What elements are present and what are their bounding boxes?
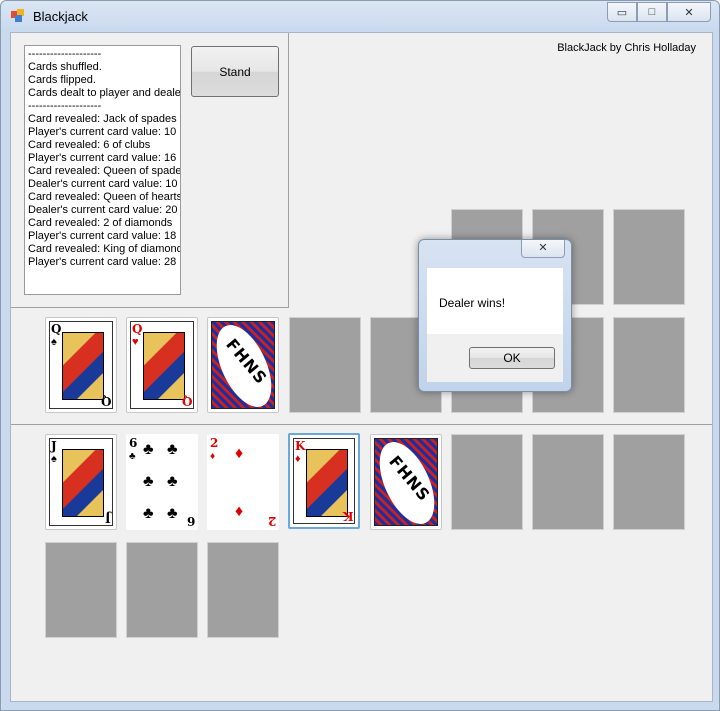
card-rank: Q [100, 394, 111, 408]
close-icon[interactable]: ✕ [521, 240, 565, 258]
club-icon: ♣ [167, 505, 178, 522]
queen-portrait-icon [143, 332, 185, 400]
diamond-icon: ♦ [295, 453, 301, 465]
player-card-5-facedown[interactable]: FHNS [370, 434, 442, 530]
spade-icon: ♠ [51, 336, 57, 348]
player-slot-empty [613, 434, 685, 530]
card-face: J ♠ J [49, 438, 113, 526]
log-line: Card revealed: 2 of diamonds [28, 217, 173, 229]
log-line: Card revealed: Queen of spades [28, 165, 181, 177]
dealer-card-3-facedown[interactable]: FHNS [207, 317, 279, 413]
dealer-card-2[interactable]: Q ♥ Q [126, 317, 198, 413]
diamond-icon: ♦ [235, 503, 244, 520]
minimize-icon[interactable]: ▭ [607, 2, 637, 22]
card-face: Q ♥ Q [130, 321, 194, 409]
log-line: Player's current card value: 28 [28, 256, 177, 268]
dealer-card-1[interactable]: Q ♠ Q [45, 317, 117, 413]
card-rank: 2 [210, 436, 219, 450]
app-window: Blackjack ▭ □ ✕ -------------------- Car… [0, 0, 720, 711]
close-icon[interactable]: ✕ [667, 2, 711, 22]
log-line: Dealer's current card value: 20 [28, 204, 178, 216]
card-rank: 6 [129, 436, 138, 450]
log-line: Player's current card value: 16 [28, 152, 177, 164]
player-card-3[interactable]: 2 ♦ ♦ ♦ 2 [207, 434, 279, 530]
club-icon: ♣ [167, 441, 178, 458]
client-area: -------------------- Cards shuffled. Car… [10, 32, 713, 702]
player-card-2[interactable]: 6 ♣ ♣ ♣ ♣ ♣ ♣ ♣ 6 [126, 434, 198, 530]
player-card-4[interactable]: K ♦ K [288, 433, 360, 529]
window-title: Blackjack [33, 9, 88, 24]
credit-label: BlackJack by Chris Holladay [557, 42, 696, 54]
queen-portrait-icon [62, 332, 104, 400]
card-rank: Q [181, 394, 192, 408]
card-back: FHNS [211, 321, 275, 409]
maximize-icon[interactable]: □ [637, 2, 667, 22]
card-face: K ♦ K [293, 438, 355, 524]
player-card-1[interactable]: J ♠ J [45, 434, 117, 530]
club-icon: ♣ [143, 505, 154, 522]
card-rank: 6 [186, 514, 195, 528]
player-slot-empty [207, 542, 279, 638]
log-panel: -------------------- Cards shuffled. Car… [11, 33, 289, 308]
log-line: Dealer's current card value: 10 [28, 178, 178, 190]
card-rank: K [342, 509, 353, 523]
log-line: Cards dealt to player and dealer. [28, 87, 181, 99]
diamond-icon: ♦ [210, 451, 216, 462]
log-line: Cards flipped. [28, 74, 96, 86]
dialog-footer: OK [427, 334, 563, 382]
player-slot-empty [451, 434, 523, 530]
diamond-icon: ♦ [235, 445, 244, 462]
window-controls: ▭ □ ✕ [607, 2, 711, 22]
ok-button[interactable]: OK [469, 347, 555, 369]
player-slot-empty [532, 434, 604, 530]
game-log[interactable]: -------------------- Cards shuffled. Car… [24, 45, 181, 295]
club-icon: ♣ [129, 451, 136, 462]
dialog-body: Dealer wins! [427, 268, 563, 334]
heart-icon: ♥ [132, 336, 139, 348]
player-slot-empty [126, 542, 198, 638]
card-rank: 2 [267, 514, 276, 528]
log-line: Player's current card value: 10 [28, 126, 177, 138]
log-line: -------------------- [28, 48, 102, 60]
table-divider [11, 424, 712, 425]
log-line: Card revealed: King of diamonds [28, 243, 181, 255]
log-line: -------------------- [28, 100, 102, 112]
log-line: Cards shuffled. [28, 61, 102, 73]
card-rank: J [105, 511, 111, 525]
log-line: Card revealed: Jack of spades [28, 113, 177, 125]
jack-portrait-icon [62, 449, 104, 517]
spade-icon: ♠ [51, 453, 57, 465]
card-face: Q ♠ Q [49, 321, 113, 409]
club-icon: ♣ [143, 441, 154, 458]
app-icon [11, 9, 24, 22]
dealer-slot-empty [613, 209, 685, 305]
stand-button[interactable]: Stand [191, 46, 279, 97]
result-dialog: ✕ Dealer wins! OK [418, 239, 572, 392]
log-line: Card revealed: 6 of clubs [28, 139, 151, 151]
player-slot-empty [45, 542, 117, 638]
dealer-slot-empty [289, 317, 361, 413]
dealer-slot-empty [613, 317, 685, 413]
king-portrait-icon [306, 449, 348, 517]
title-bar[interactable]: Blackjack ▭ □ ✕ [1, 1, 719, 31]
club-icon: ♣ [143, 473, 154, 490]
log-line: Card revealed: Queen of hearts [28, 191, 181, 203]
card-back: FHNS [374, 438, 438, 526]
dialog-message: Dealer wins! [439, 296, 506, 310]
club-icon: ♣ [167, 473, 178, 490]
log-line: Player's current card value: 18 [28, 230, 177, 242]
